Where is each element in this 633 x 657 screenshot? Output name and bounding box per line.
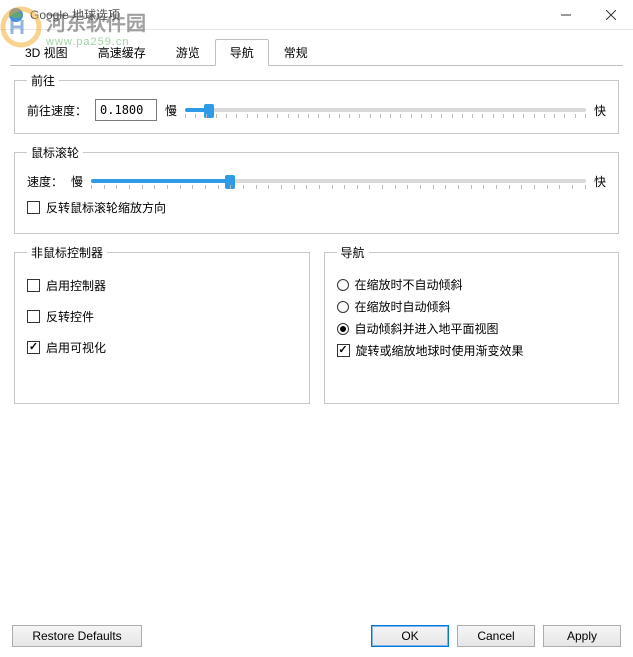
group-nav-legend: 导航: [337, 244, 369, 261]
wheel-invert-label: 反转鼠标滚轮缩放方向: [46, 199, 166, 216]
nav-radio-notilt-label: 在缩放时不自动倾斜: [355, 276, 463, 293]
goto-speed-slider[interactable]: [185, 100, 586, 120]
nav-radio-groundview[interactable]: 自动倾斜并进入地平面视图: [337, 320, 607, 337]
window-title: Google 地球选项: [30, 6, 543, 23]
nav-fade-checkbox[interactable]: 旋转或缩放地球时使用渐变效果: [337, 342, 607, 359]
tabbar: 3D 视图 高速缓存 游览 导航 常规: [10, 38, 623, 66]
controller-enable-checkbox[interactable]: 启用控制器: [27, 277, 297, 294]
group-goto: 前往 前往速度： 慢 快: [14, 72, 619, 134]
group-controller-legend: 非鼠标控制器: [27, 244, 107, 261]
controller-reverse-label: 反转控件: [46, 308, 94, 325]
cancel-button[interactable]: Cancel: [457, 625, 535, 647]
goto-slow-label: 慢: [165, 102, 177, 119]
wheel-invert-checkbox[interactable]: 反转鼠标滚轮缩放方向: [27, 199, 606, 216]
minimize-button[interactable]: [543, 0, 588, 30]
titlebar: Google 地球选项: [0, 0, 633, 30]
controller-viz-checkbox[interactable]: 启用可视化: [27, 339, 297, 356]
restore-defaults-button[interactable]: Restore Defaults: [12, 625, 142, 647]
nav-radio-notilt[interactable]: 在缩放时不自动倾斜: [337, 276, 607, 293]
nav-radio-autotilt-label: 在缩放时自动倾斜: [355, 298, 451, 315]
nav-radio-autotilt[interactable]: 在缩放时自动倾斜: [337, 298, 607, 315]
wheel-slow-label: 慢: [71, 173, 83, 190]
wheel-speed-label: 速度：: [27, 173, 63, 190]
wheel-speed-slider[interactable]: [91, 171, 586, 191]
group-wheel: 鼠标滚轮 速度： 慢 快 反转鼠标滚轮缩放方向: [14, 144, 619, 234]
goto-speed-label: 前往速度：: [27, 102, 87, 119]
tab-navigation[interactable]: 导航: [215, 39, 269, 66]
controller-enable-label: 启用控制器: [46, 277, 106, 294]
nav-fade-label: 旋转或缩放地球时使用渐变效果: [356, 342, 524, 359]
goto-fast-label: 快: [594, 102, 606, 119]
group-goto-legend: 前往: [27, 72, 59, 89]
app-icon: [8, 7, 24, 23]
tab-tour[interactable]: 游览: [161, 39, 215, 66]
tab-cache[interactable]: 高速缓存: [83, 39, 161, 66]
apply-button[interactable]: Apply: [543, 625, 621, 647]
nav-radio-groundview-label: 自动倾斜并进入地平面视图: [355, 320, 499, 337]
tab-general[interactable]: 常规: [269, 39, 323, 66]
goto-speed-input[interactable]: [95, 99, 157, 121]
controller-viz-label: 启用可视化: [46, 339, 106, 356]
ok-button[interactable]: OK: [371, 625, 449, 647]
group-controller: 非鼠标控制器 启用控制器 反转控件 启用可视化: [14, 244, 310, 404]
group-nav: 导航 在缩放时不自动倾斜 在缩放时自动倾斜 自动倾斜并进入地平面视图 旋转或缩放…: [324, 244, 620, 404]
footer: Restore Defaults OK Cancel Apply: [0, 617, 633, 657]
wheel-fast-label: 快: [594, 173, 606, 190]
controller-reverse-checkbox[interactable]: 反转控件: [27, 308, 297, 325]
group-wheel-legend: 鼠标滚轮: [27, 144, 83, 161]
tab-3dview[interactable]: 3D 视图: [10, 39, 83, 66]
content-area: 前往 前往速度： 慢 快 鼠标滚轮 速度： 慢: [0, 66, 633, 424]
close-button[interactable]: [588, 0, 633, 30]
